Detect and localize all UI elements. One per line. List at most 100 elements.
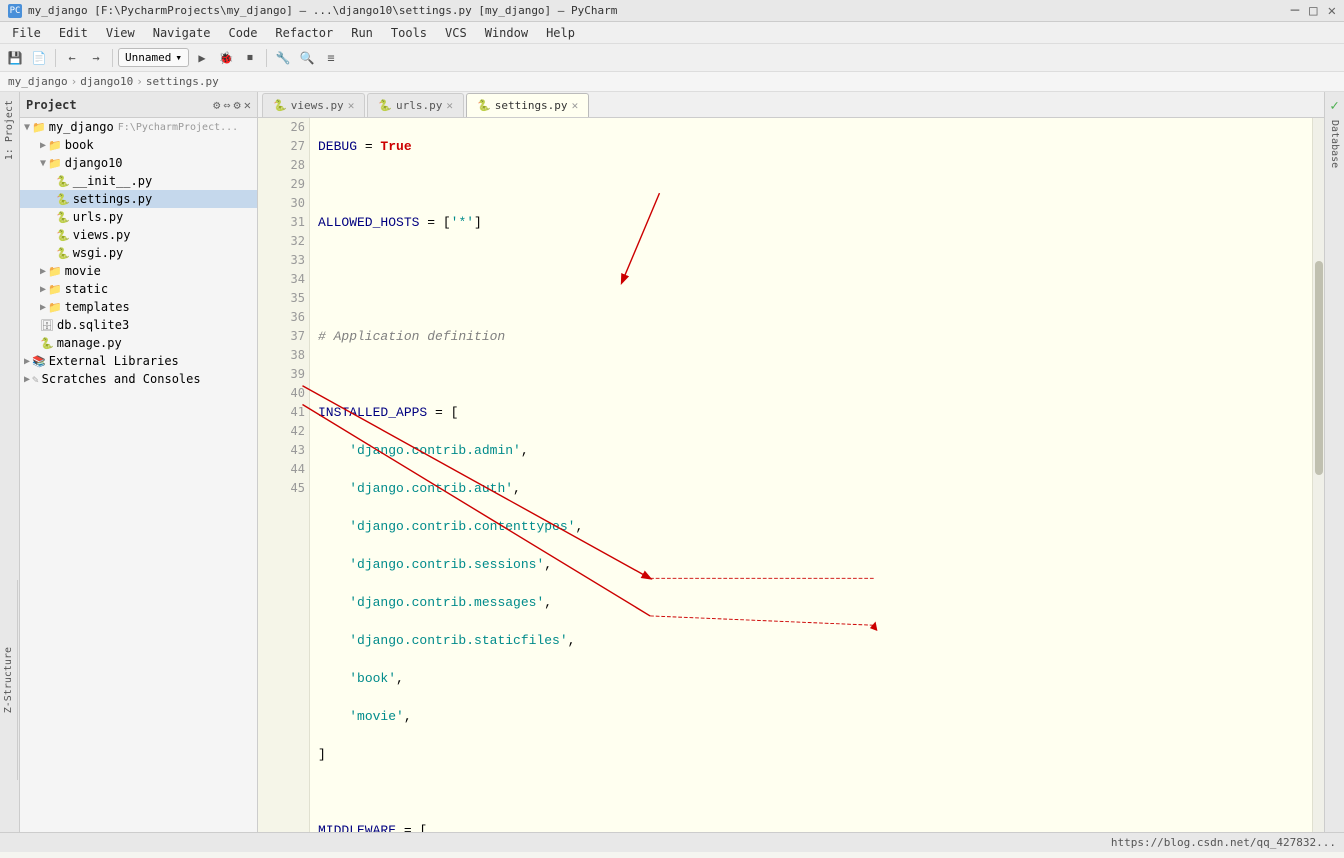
- ln-39: 39: [262, 365, 305, 384]
- menu-item-help[interactable]: Help: [538, 24, 583, 42]
- editor-area[interactable]: 26 27 28 29 30 31 32 33 34 35 36 37 38 3…: [258, 118, 1324, 832]
- ext-lib-icon: 📚: [32, 355, 46, 368]
- panel-icon-expand[interactable]: ⇔: [223, 98, 230, 112]
- check-icon: ✓: [1330, 98, 1338, 114]
- minimize-button[interactable]: ─: [1291, 3, 1299, 19]
- ln-28: 28: [262, 156, 305, 175]
- project-tree: ▼ 📁 my_django F:\PycharmProject... ▶ 📁 b…: [20, 118, 257, 832]
- tree-item-wsgi[interactable]: 🐍 wsgi.py: [20, 244, 257, 262]
- breadcrumb-file[interactable]: settings.py: [146, 75, 219, 88]
- code-line-35: 'django.contrib.auth',: [318, 479, 1304, 498]
- code-line-44: MIDDLEWARE = [: [318, 821, 1304, 832]
- code-line-34: 'django.contrib.admin',: [318, 441, 1304, 460]
- tree-item-django10[interactable]: ▼ 📁 django10: [20, 154, 257, 172]
- tab-urls[interactable]: 🐍 urls.py ✕: [367, 93, 464, 117]
- tree-item-templates[interactable]: ▶ 📁 templates: [20, 298, 257, 316]
- tree-item-static[interactable]: ▶ 📁 static: [20, 280, 257, 298]
- tree-item-init[interactable]: 🐍 __init__.py: [20, 172, 257, 190]
- maximize-button[interactable]: □: [1309, 3, 1317, 19]
- tab-views-close[interactable]: ✕: [348, 99, 355, 112]
- toolbar: 💾 📄 ← → Unnamed ▾ ▶ 🐞 ⏹ 🔧 🔍 ≡: [0, 44, 1344, 72]
- menu-item-edit[interactable]: Edit: [51, 24, 96, 42]
- tree-item-movie[interactable]: ▶ 📁 movie: [20, 262, 257, 280]
- toolbar-search[interactable]: 🔍: [296, 47, 318, 69]
- tab-settings-icon: 🐍: [477, 99, 491, 112]
- toolbar-save[interactable]: 💾: [4, 47, 26, 69]
- tab-urls-label: urls.py: [396, 99, 442, 112]
- menu-item-view[interactable]: View: [98, 24, 143, 42]
- ln-30: 30: [262, 194, 305, 213]
- tab-settings[interactable]: 🐍 settings.py ✕: [466, 93, 589, 117]
- editor-inner: 26 27 28 29 30 31 32 33 34 35 36 37 38 3…: [258, 118, 1312, 832]
- toolbar-stop-btn[interactable]: ⏹: [239, 47, 261, 69]
- code-line-43: [318, 783, 1304, 802]
- toolbar-new[interactable]: 📄: [28, 47, 50, 69]
- file-icon-wsgi: 🐍: [56, 247, 70, 260]
- menu-item-run[interactable]: Run: [343, 24, 381, 42]
- z-structure-label[interactable]: Z-Structure: [3, 647, 14, 713]
- breadcrumb-project[interactable]: my_django: [8, 75, 68, 88]
- breadcrumb-module[interactable]: django10: [80, 75, 133, 88]
- menu-item-window[interactable]: Window: [477, 24, 536, 42]
- close-button[interactable]: ✕: [1328, 3, 1336, 19]
- tab-views[interactable]: 🐍 views.py ✕: [262, 93, 365, 117]
- run-config-label: Unnamed: [125, 51, 171, 64]
- bottom-bar: https://blog.csdn.net/qq_427832...: [0, 832, 1344, 852]
- tree-item-manage[interactable]: 🐍 manage.py: [20, 334, 257, 352]
- code-line-32: [318, 365, 1304, 384]
- menu-item-tools[interactable]: Tools: [383, 24, 435, 42]
- breadcrumb-sep1: ›: [71, 75, 78, 88]
- tree-label-db: db.sqlite3: [57, 318, 129, 332]
- code-line-39: 'django.contrib.staticfiles',: [318, 631, 1304, 650]
- project-tab-label[interactable]: 1: Project: [2, 96, 17, 164]
- tab-settings-close[interactable]: ✕: [572, 99, 579, 112]
- ln-32: 32: [262, 232, 305, 251]
- tree-label-static: static: [65, 282, 108, 296]
- tab-views-icon: 🐍: [273, 99, 287, 112]
- run-config-dropdown-icon[interactable]: ▾: [175, 51, 182, 64]
- scrollbar-thumb[interactable]: [1315, 261, 1323, 475]
- toolbar-forward[interactable]: →: [85, 47, 107, 69]
- tab-urls-close[interactable]: ✕: [446, 99, 453, 112]
- line-numbers: 26 27 28 29 30 31 32 33 34 35 36 37 38 3…: [258, 118, 310, 832]
- tree-item-settings[interactable]: 🐍 settings.py: [20, 190, 257, 208]
- menu-item-file[interactable]: File: [4, 24, 49, 42]
- code-line-33: INSTALLED_APPS = [: [318, 403, 1304, 422]
- toolbar-settings[interactable]: 🔧: [272, 47, 294, 69]
- tree-item-db[interactable]: 🗄 db.sqlite3: [20, 316, 257, 334]
- tree-item-my-django[interactable]: ▼ 📁 my_django F:\PycharmProject...: [20, 118, 257, 136]
- tree-item-urls[interactable]: 🐍 urls.py: [20, 208, 257, 226]
- code-line-28: ALLOWED_HOSTS = ['*']: [318, 213, 1304, 232]
- tree-label-scratches: Scratches and Consoles: [42, 372, 201, 386]
- project-panel-title: Project: [26, 98, 209, 112]
- panel-icon-close[interactable]: ✕: [244, 98, 251, 112]
- toolbar-run-btn[interactable]: ▶: [191, 47, 213, 69]
- tree-item-book[interactable]: ▶ 📁 book: [20, 136, 257, 154]
- ln-36: 36: [262, 308, 305, 327]
- tree-item-scratches[interactable]: ▶ ✎ Scratches and Consoles: [20, 370, 257, 388]
- toolbar-back[interactable]: ←: [61, 47, 83, 69]
- tree-label-ext-lib: External Libraries: [49, 354, 179, 368]
- folder-icon-django10: 📁: [48, 157, 62, 170]
- project-panel-icons: ⚙ ⇔ ⚙ ✕: [213, 98, 251, 112]
- panel-icon-gear[interactable]: ⚙: [213, 98, 220, 112]
- ln-38: 38: [262, 346, 305, 365]
- menu-item-code[interactable]: Code: [221, 24, 266, 42]
- main-layout: 1: Project Project ⚙ ⇔ ⚙ ✕ ▼ 📁 my_django…: [0, 92, 1344, 832]
- menu-item-vcs[interactable]: VCS: [437, 24, 475, 42]
- toolbar-debug-btn[interactable]: 🐞: [215, 47, 237, 69]
- app-icon: PC: [8, 4, 22, 18]
- database-tab[interactable]: Database: [1327, 116, 1342, 172]
- code-editor[interactable]: DEBUG = True ALLOWED_HOSTS = ['*'] # App…: [310, 118, 1312, 832]
- tree-label-wsgi: wsgi.py: [73, 246, 124, 260]
- scrollbar[interactable]: [1312, 118, 1324, 832]
- ln-37: 37: [262, 327, 305, 346]
- menu-item-refactor[interactable]: Refactor: [267, 24, 341, 42]
- tree-item-ext-lib[interactable]: ▶ 📚 External Libraries: [20, 352, 257, 370]
- toolbar-more[interactable]: ≡: [320, 47, 342, 69]
- menu-item-navigate[interactable]: Navigate: [145, 24, 219, 42]
- code-line-26: DEBUG = True: [318, 137, 1304, 156]
- panel-icon-settings[interactable]: ⚙: [234, 98, 241, 112]
- run-config[interactable]: Unnamed ▾: [118, 48, 189, 67]
- tree-item-views[interactable]: 🐍 views.py: [20, 226, 257, 244]
